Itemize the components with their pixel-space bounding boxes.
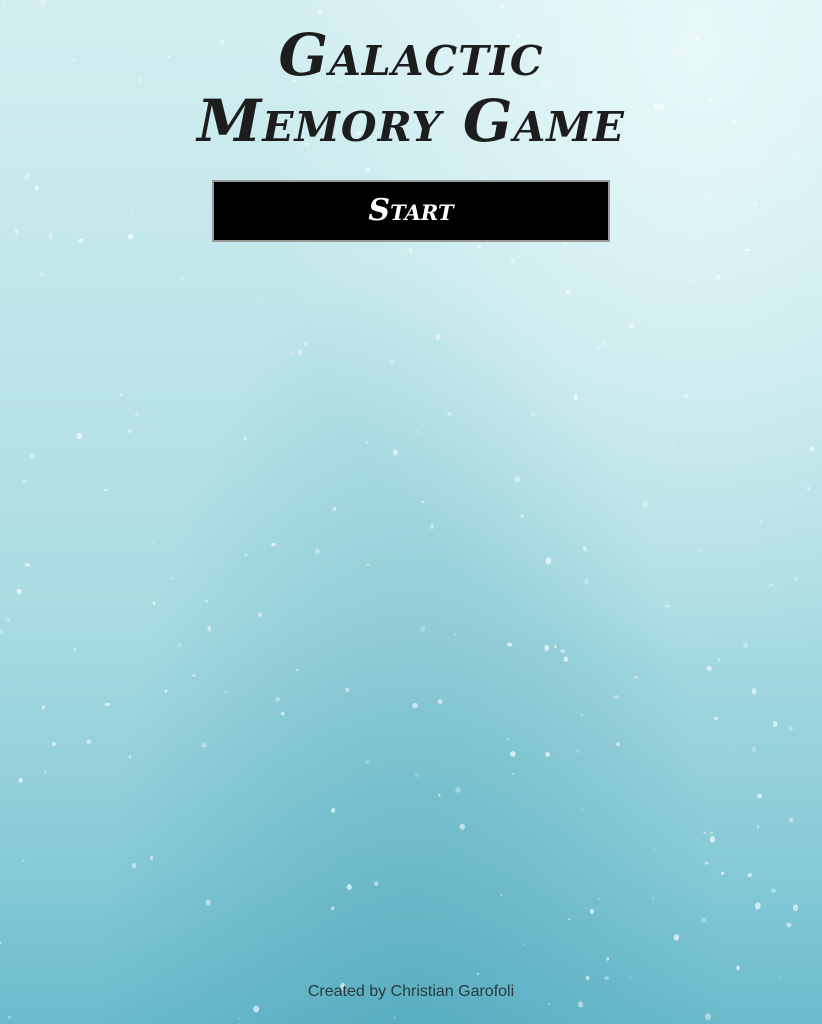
game-title: Galactic Memory Game [0,22,822,154]
game-title-line-2: Memory Game [197,87,625,155]
game-title-line-1: Galactic [278,21,544,89]
start-button[interactable]: Start [212,180,610,242]
footer-credit: Created by Christian Garofoli [307,983,515,1000]
